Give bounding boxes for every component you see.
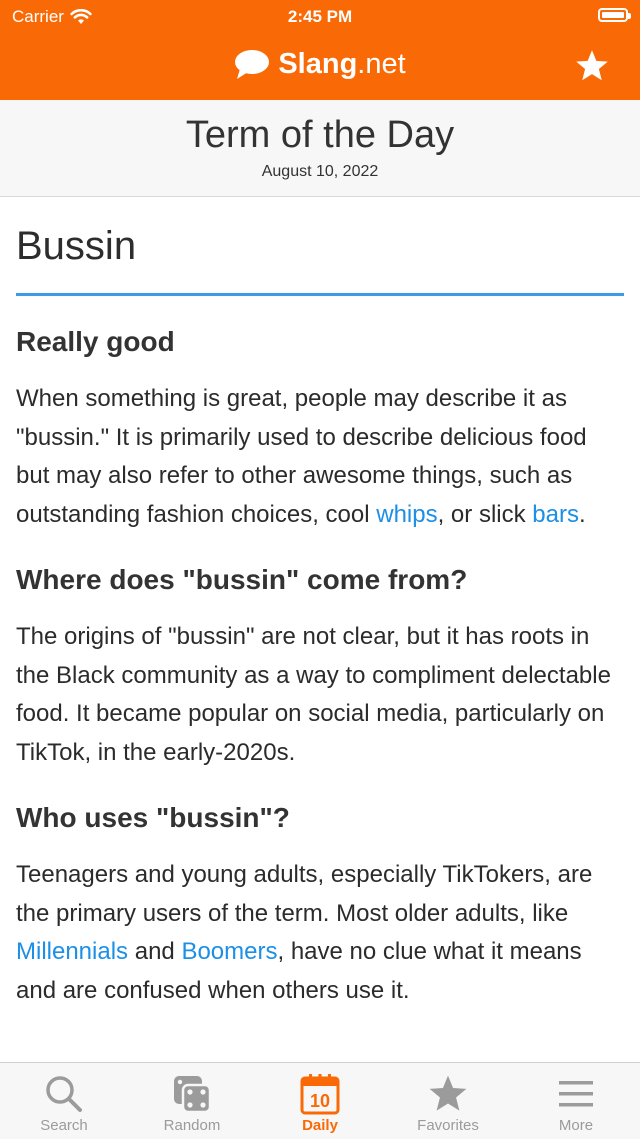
term-of-day-banner: Term of the Day August 10, 2022 (0, 100, 640, 197)
search-icon (46, 1076, 82, 1112)
brand-suffix: .net (357, 48, 406, 80)
tab-more[interactable]: More (512, 1063, 640, 1139)
link-bars[interactable]: bars (532, 501, 579, 528)
paragraph-text: Teenagers and young adults, especially T… (16, 861, 593, 927)
title-divider (16, 293, 624, 296)
status-time: 2:45 PM (287, 7, 353, 26)
speech-bubble-icon (235, 49, 270, 79)
tab-daily[interactable]: 10 Daily (256, 1063, 384, 1139)
tab-more-label: More (558, 1117, 594, 1134)
banner-title: Term of the Day (185, 114, 455, 156)
section-heading-origin: Where does "bussin" come from? (16, 564, 468, 595)
section-heading-definition: Really good (16, 326, 175, 357)
star-icon (576, 50, 608, 81)
tab-favorites[interactable]: Favorites (384, 1063, 512, 1139)
menu-icon (559, 1081, 593, 1107)
tab-daily-label: Daily (302, 1117, 338, 1134)
favorite-button[interactable] (574, 48, 610, 84)
tab-search[interactable]: Search (0, 1063, 128, 1139)
tab-favorites-label: Favorites (417, 1117, 479, 1134)
paragraph-text: . (578, 500, 586, 528)
status-bar: Carrier 2:45 PM (0, 0, 640, 36)
definition-paragraph: When something is great, people may desc… (16, 380, 624, 534)
nav-bar: Slang.net (0, 36, 640, 100)
battery-icon (598, 8, 631, 22)
link-boomers[interactable]: Boomers (181, 938, 277, 965)
definition-content: Bussin Really good When something is gre… (16, 198, 624, 1010)
dice-icon (174, 1076, 212, 1114)
link-whips[interactable]: whips (376, 501, 437, 528)
tab-bar: Search Random 10 Daily Favorites More (0, 1062, 640, 1139)
users-paragraph: Teenagers and young adults, especially T… (16, 856, 624, 1010)
link-millennials[interactable]: Millennials (16, 938, 128, 965)
app-header: Carrier 2:45 PM Slang.net (0, 0, 640, 100)
star-icon (429, 1075, 467, 1111)
tab-random[interactable]: Random (128, 1063, 256, 1139)
tab-search-label: Search (40, 1117, 88, 1134)
calendar-day: 10 (310, 1091, 330, 1111)
calendar-icon: 10 (300, 1074, 340, 1115)
paragraph-text: and (128, 938, 182, 965)
section-heading-users: Who uses "bussin"? (16, 802, 290, 833)
term-title: Bussin (16, 224, 137, 268)
tab-random-label: Random (163, 1117, 221, 1134)
brand-name: Slang (278, 48, 358, 80)
origin-paragraph: The origins of "bussin" are not clear, b… (16, 623, 611, 766)
banner-date: August 10, 2022 (261, 163, 379, 180)
paragraph-text: , or slick (437, 500, 533, 528)
app-logo: Slang.net (0, 48, 640, 81)
